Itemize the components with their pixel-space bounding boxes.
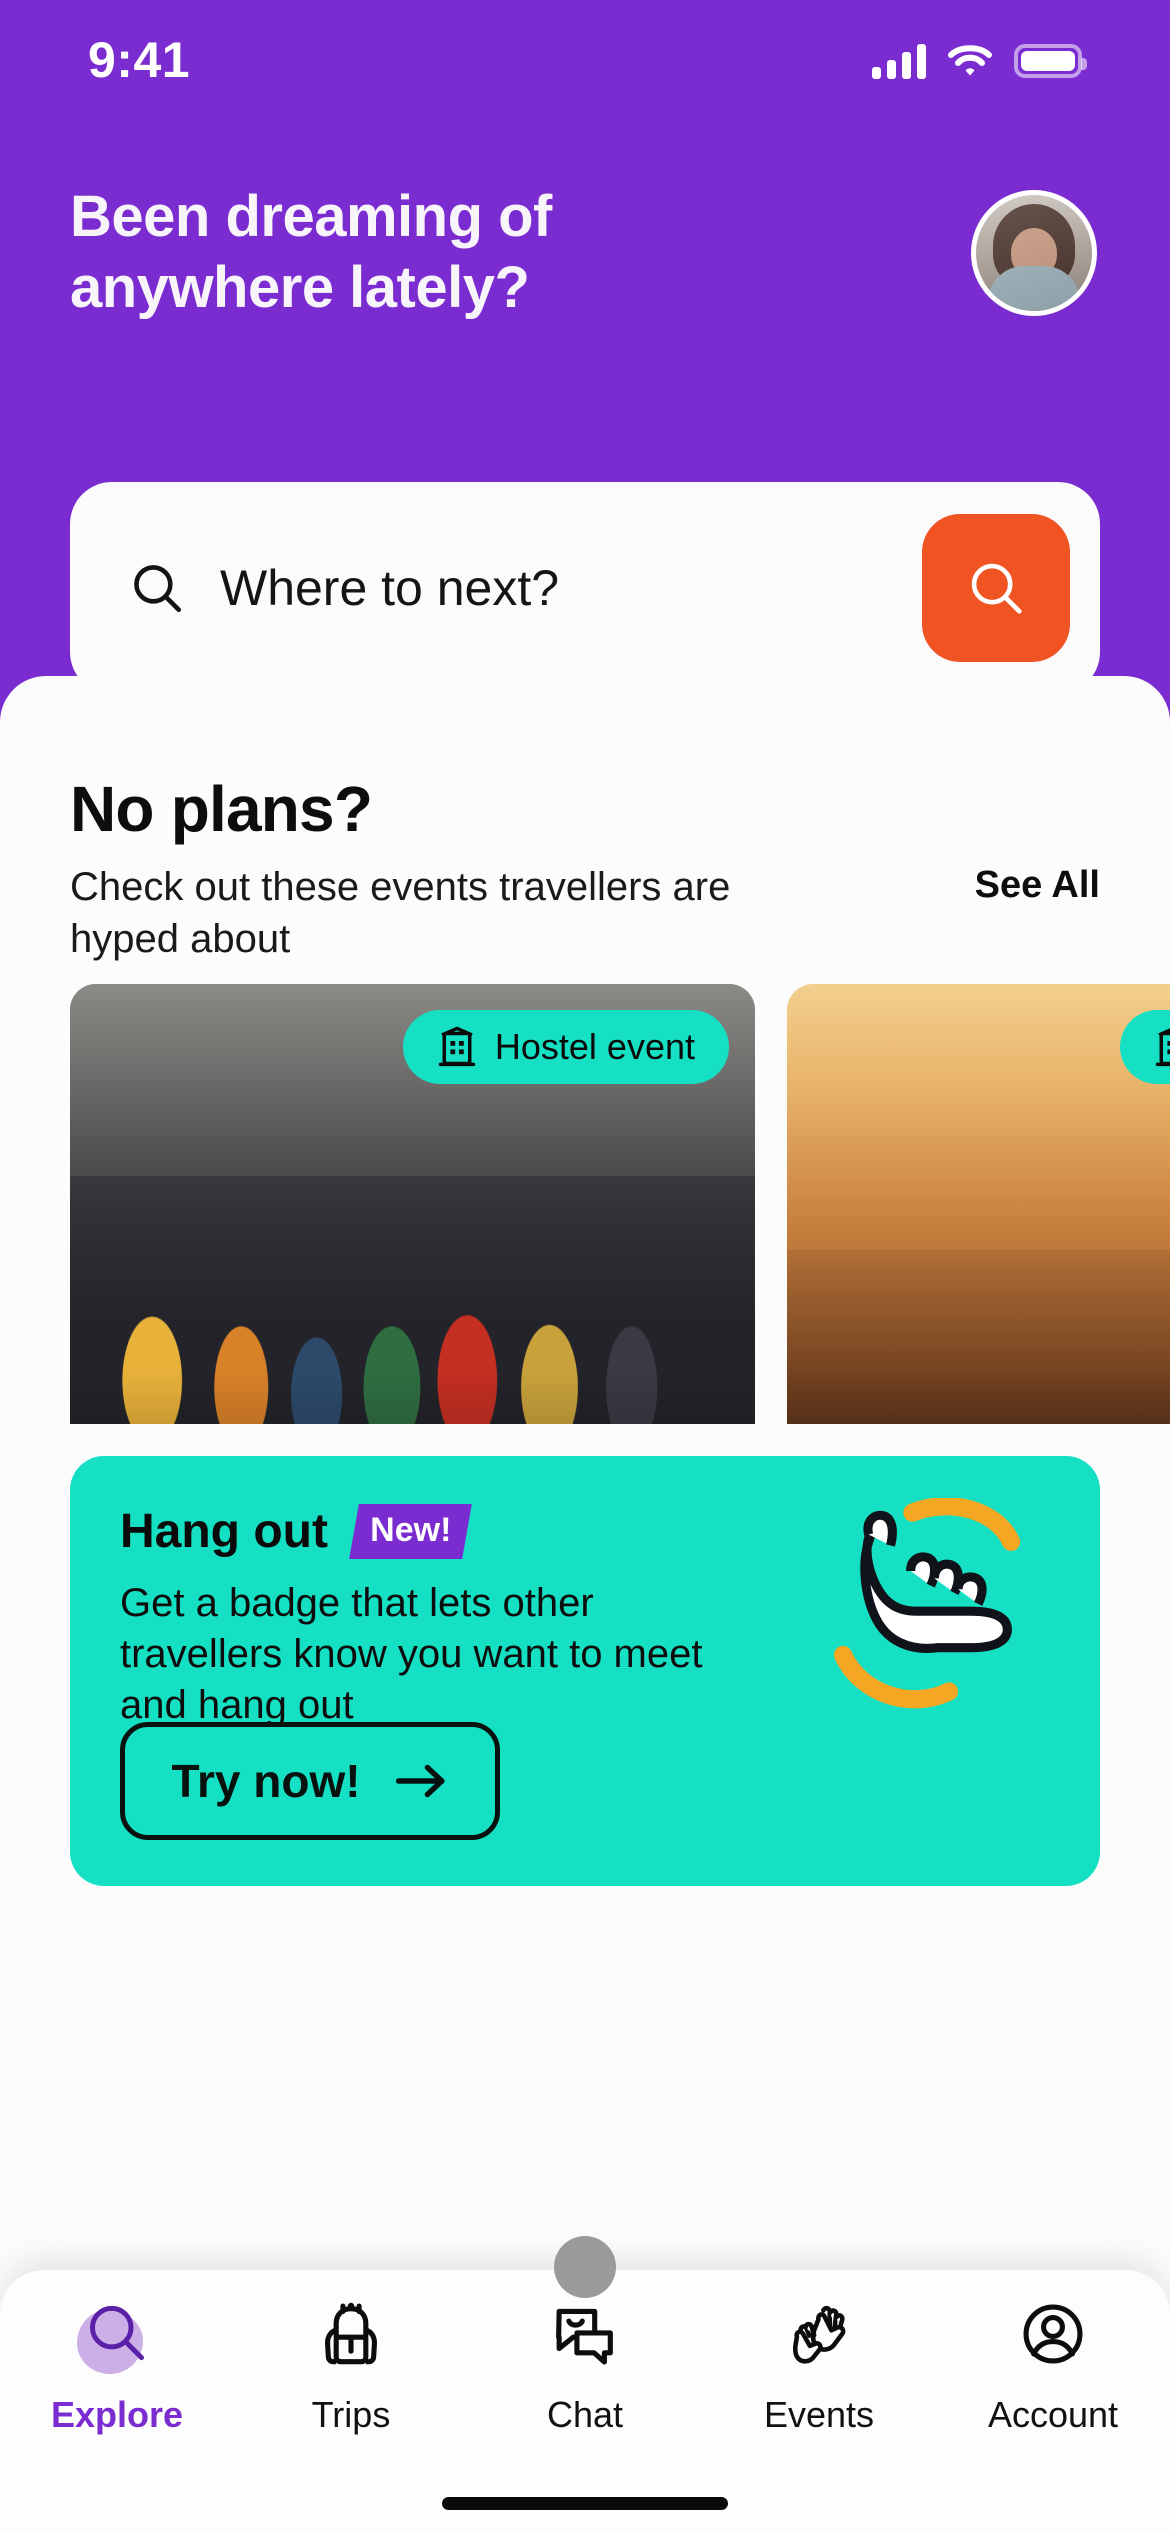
try-now-label: Try now! bbox=[171, 1755, 361, 1807]
status-time: 9:41 bbox=[88, 32, 191, 88]
event-card[interactable]: Hostel event Communal Dinner 12 Mar bbox=[787, 984, 1170, 1424]
events-section-title: No plans? bbox=[70, 773, 373, 845]
nav-item-trips[interactable]: Trips bbox=[251, 2292, 451, 2436]
search-icon bbox=[971, 563, 1022, 614]
backpack-icon bbox=[325, 2302, 377, 2365]
arrow-right-icon bbox=[395, 1764, 445, 1798]
chat-bubbles-icon bbox=[556, 2308, 613, 2365]
battery-icon bbox=[1014, 44, 1087, 78]
page-title: Been dreaming of anywhere lately? bbox=[70, 184, 552, 320]
nav-icon-wrap bbox=[543, 2292, 627, 2376]
drag-handle[interactable] bbox=[554, 2236, 616, 2298]
search-bar[interactable]: Where to next? bbox=[70, 482, 1100, 694]
events-section-titles: No plans? Check out these events travell… bbox=[70, 773, 770, 965]
hangout-promo-card[interactable]: Hang out New! Get a badge that lets othe… bbox=[70, 1456, 1100, 1886]
app-screen: 9:41 Been dreaming of anywhere lately? W… bbox=[0, 0, 1170, 2532]
search-icon bbox=[90, 2305, 144, 2361]
nav-label-account: Account bbox=[987, 2394, 1119, 2435]
clapping-hands-icon bbox=[792, 2305, 846, 2364]
new-badge-label: New! bbox=[370, 1511, 452, 1549]
event-photo-scrim bbox=[787, 1368, 1170, 1424]
nav-items: Explore Trips Chat Events Account bbox=[0, 2292, 1170, 2436]
promo-title: Hang out bbox=[120, 1505, 328, 1558]
nav-item-account[interactable]: Account bbox=[953, 2292, 1153, 2436]
events-card-carousel[interactable]: Hostel event Thai Costume Rental 12 Mar bbox=[0, 984, 1170, 1424]
avatar[interactable] bbox=[971, 190, 1097, 316]
nav-icon-wrap bbox=[309, 2292, 393, 2376]
nav-label-explore: Explore bbox=[50, 2394, 184, 2435]
search-icon bbox=[134, 565, 182, 613]
bottom-navigation: Explore Trips Chat Events Account bbox=[0, 2236, 1170, 2532]
home-indicator bbox=[442, 2497, 728, 2510]
status-badge: Hostel event bbox=[402, 1010, 729, 1084]
hostel-building-icon bbox=[438, 1026, 476, 1067]
nav-label-chat: Chat bbox=[546, 2394, 624, 2435]
promo-description: Get a badge that lets other travellers k… bbox=[120, 1581, 703, 1728]
nav-item-chat[interactable]: Chat bbox=[485, 2292, 685, 2436]
nav-icon-wrap bbox=[75, 2292, 159, 2376]
nav-label-events: Events bbox=[763, 2394, 875, 2435]
event-photo bbox=[787, 984, 1170, 1424]
status-bar: 9:41 bbox=[0, 0, 1170, 110]
status-badge-label: Hostel event bbox=[494, 1026, 695, 1067]
events-section-subtitle: Check out these events travellers are hy… bbox=[70, 865, 731, 962]
search-submit-button[interactable] bbox=[922, 514, 1070, 662]
nav-icon-wrap bbox=[1011, 2292, 1095, 2376]
new-badge: New! bbox=[349, 1504, 473, 1559]
try-now-button[interactable]: Try now! bbox=[120, 1722, 500, 1840]
nav-item-explore[interactable]: Explore bbox=[17, 2292, 217, 2436]
header: Been dreaming of anywhere lately? Where … bbox=[0, 110, 1170, 694]
nav-icon-wrap bbox=[777, 2292, 861, 2376]
promo-title-row: Hang out New! bbox=[120, 1504, 473, 1559]
hostel-building-icon bbox=[1155, 1028, 1170, 1067]
nav-label-trips: Trips bbox=[311, 2394, 391, 2435]
cellular-signal-icon bbox=[872, 43, 926, 79]
see-all-link[interactable]: See All bbox=[975, 864, 1100, 907]
status-icons bbox=[872, 43, 1087, 79]
event-card[interactable]: Hostel event Thai Costume Rental 12 Mar bbox=[70, 984, 755, 1424]
avatar-shade bbox=[976, 195, 1092, 311]
wifi-icon bbox=[948, 45, 992, 76]
event-photo-scrim bbox=[70, 1368, 755, 1424]
shaka-hand-icon bbox=[833, 1498, 1021, 1709]
search-input[interactable]: Where to next? bbox=[220, 559, 922, 617]
events-section-header: No plans? Check out these events travell… bbox=[70, 773, 1100, 965]
person-circle-icon bbox=[1023, 2304, 1083, 2364]
nav-item-events[interactable]: Events bbox=[719, 2292, 919, 2436]
